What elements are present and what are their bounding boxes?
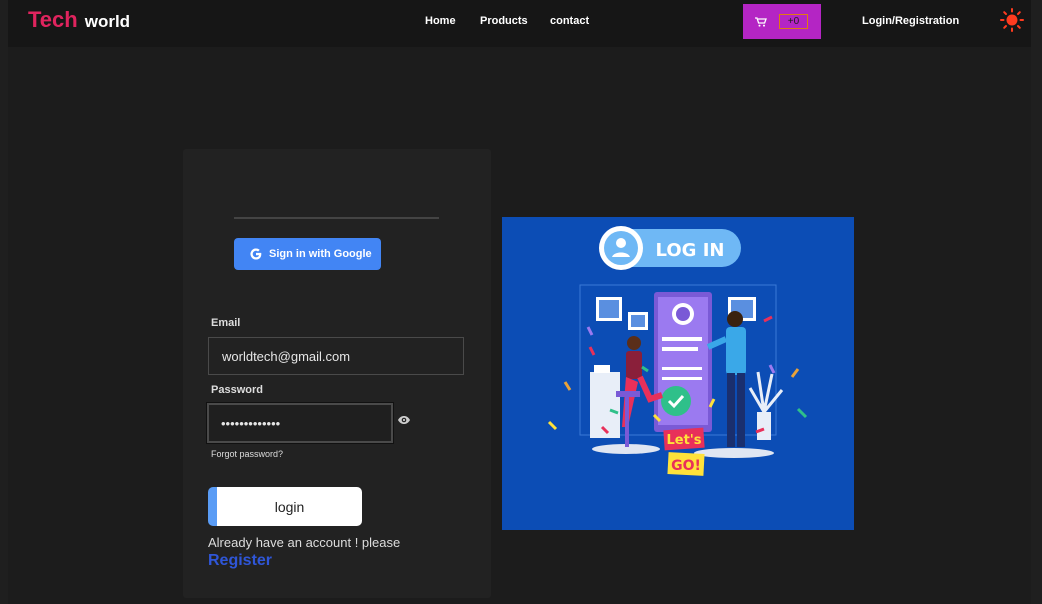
password-label: Password xyxy=(211,384,263,396)
login-button-label: login xyxy=(274,498,305,515)
sign-go: GO! xyxy=(671,458,701,474)
brand-logo[interactable]: Tech world xyxy=(28,7,130,33)
nav-home-link[interactable]: Home xyxy=(425,15,456,27)
sun-icon[interactable] xyxy=(1000,8,1024,32)
brand-tech-text: Tech xyxy=(28,7,78,32)
google-signin-button[interactable]: Sign in with Google xyxy=(234,238,381,270)
brand-world-text: world xyxy=(84,12,131,31)
login-illustration: LOG IN Let's GO! xyxy=(502,217,854,530)
google-signin-label: Sign in with Google xyxy=(269,248,372,260)
forgot-password-link[interactable]: Forgot password? xyxy=(211,449,283,459)
register-link[interactable]: Register xyxy=(208,552,272,570)
divider-line xyxy=(234,217,439,219)
nav-products-link[interactable]: Products xyxy=(480,15,528,27)
banner-text: LOG IN xyxy=(656,240,725,261)
eye-icon[interactable] xyxy=(397,414,411,426)
already-account-text: Already have an account ! please xyxy=(208,535,401,550)
cart-icon xyxy=(755,16,767,27)
login-button[interactable]: login xyxy=(208,487,362,526)
login-registration-link[interactable]: Login/Registration xyxy=(862,15,959,27)
cart-count-badge: +0 xyxy=(779,14,808,29)
nav-contact-link[interactable]: contact xyxy=(550,15,589,27)
password-field[interactable]: ••••••••••••• xyxy=(206,402,394,444)
google-g-icon xyxy=(250,248,262,260)
email-field[interactable]: worldtech@gmail.com xyxy=(208,337,464,375)
sign-lets: Let's xyxy=(666,433,701,448)
email-label: Email xyxy=(211,317,241,329)
cart-button[interactable]: +0 xyxy=(743,4,821,39)
